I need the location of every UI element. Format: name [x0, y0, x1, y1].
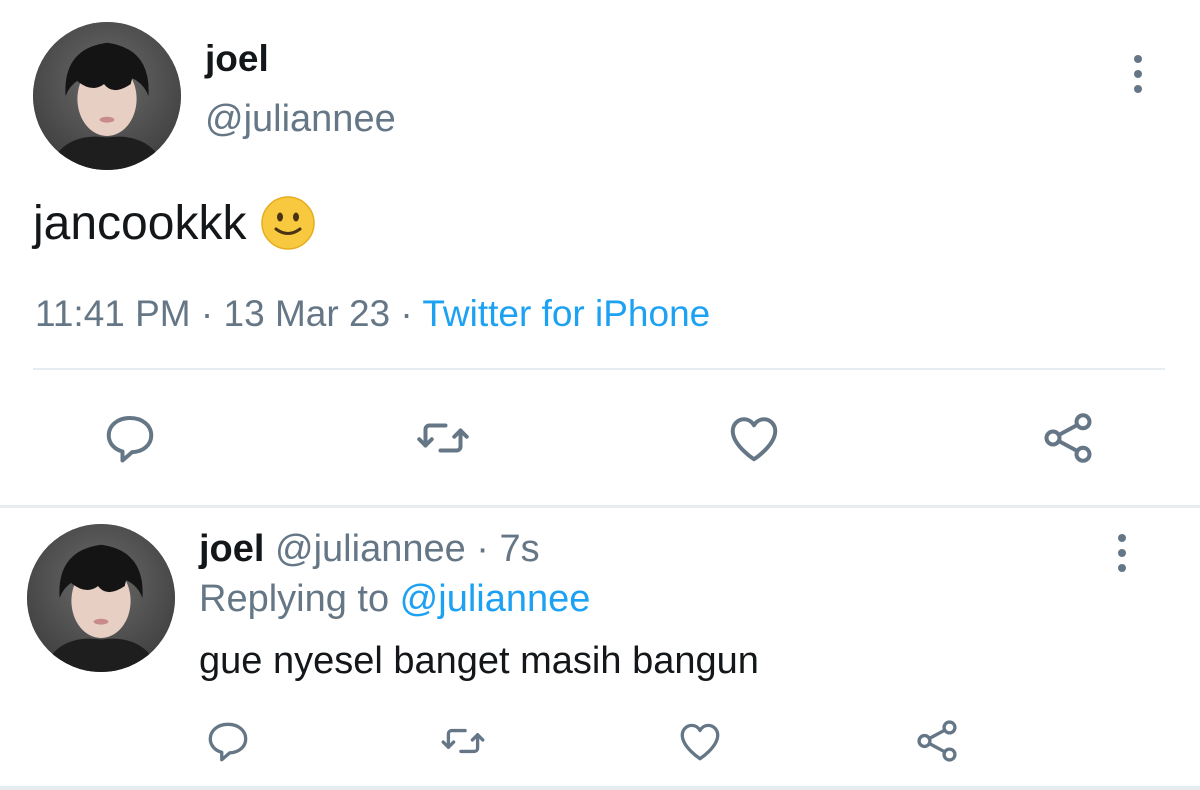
user-handle[interactable]: @juliannee	[205, 98, 396, 141]
tweet-text: gue nyesel banget masih bangun	[199, 640, 759, 682]
avatar[interactable]	[33, 22, 181, 170]
share-icon[interactable]	[1038, 408, 1098, 468]
retweet-icon[interactable]	[438, 716, 488, 766]
divider	[33, 368, 1165, 370]
tweet-time: 11:41 PM	[35, 293, 191, 334]
divider	[0, 786, 1200, 790]
tweet-time: · 7s	[465, 528, 540, 570]
share-icon[interactable]	[912, 716, 962, 766]
display-name[interactable]: joel	[205, 38, 269, 80]
avatar[interactable]	[27, 524, 175, 672]
mention-link[interactable]: @juliannee	[400, 578, 591, 620]
replying-to-label: Replying to	[199, 578, 400, 620]
tweet-text: jancookkk	[33, 195, 316, 251]
reply-icon[interactable]	[203, 716, 253, 766]
like-icon[interactable]	[724, 408, 784, 468]
tweet-date: 13 Mar 23	[223, 293, 391, 334]
meta-separator: ·	[190, 293, 224, 334]
tweet-text-content: jancookkk	[33, 196, 247, 250]
tweet-source-link[interactable]: Twitter for iPhone	[422, 293, 710, 334]
tweet-meta: 11:41 PM · 13 Mar 23 · Twitter for iPhon…	[35, 293, 710, 335]
replying-to: Replying to @juliannee	[199, 578, 590, 621]
user-handle[interactable]: @juliannee	[275, 528, 466, 570]
more-icon[interactable]	[1128, 55, 1148, 93]
reply-header: joel @juliannee · 7s	[199, 528, 540, 571]
section-divider	[0, 505, 1200, 508]
more-icon[interactable]	[1112, 534, 1132, 572]
like-icon[interactable]	[675, 716, 725, 766]
display-name[interactable]: joel	[199, 528, 264, 570]
reply-icon[interactable]	[100, 408, 160, 468]
slightly-smiling-face-icon	[260, 195, 316, 251]
main-tweet: joel @juliannee jancookkk 11:41 PM · 13 …	[0, 0, 1200, 505]
retweet-icon[interactable]	[413, 408, 473, 468]
meta-separator: ·	[390, 293, 423, 334]
